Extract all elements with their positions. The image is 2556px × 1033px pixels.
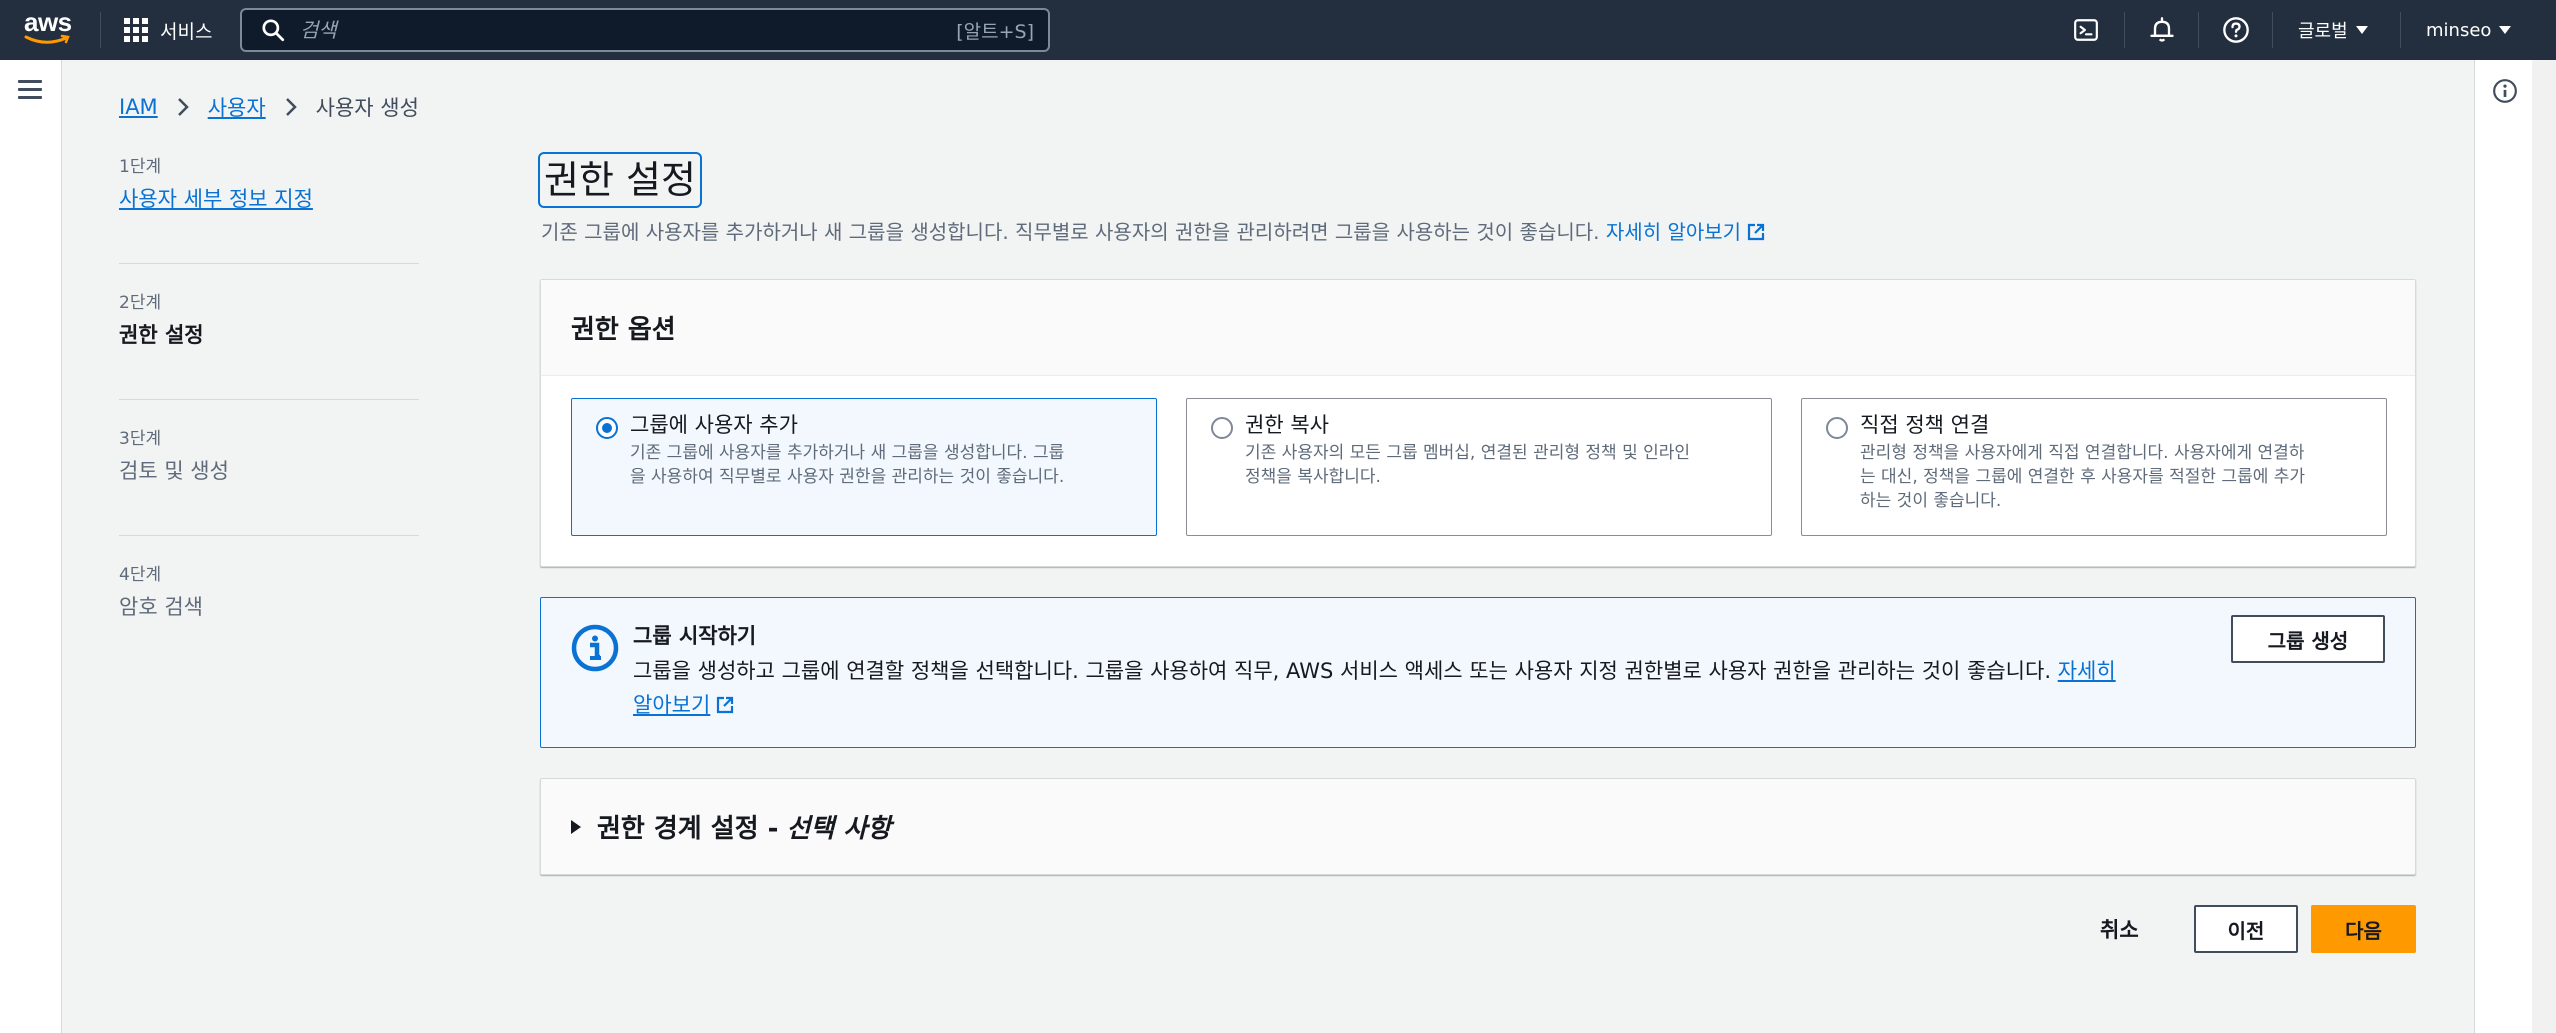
tile-title: 권한 복사 [1245, 413, 1329, 437]
step-2: 2단계 권한 설정 [119, 288, 419, 400]
search-input[interactable] [300, 18, 957, 42]
user-menu[interactable]: minseo [2426, 0, 2512, 60]
permission-options-panel: 권한 옵션 그룹에 사용자 추가 기존 그룹에 사용자를 추가하거나 새 그룹을… [540, 279, 2416, 567]
help-button[interactable] [2220, 14, 2252, 46]
notifications-button[interactable] [2146, 14, 2178, 46]
learn-more-link[interactable]: 자세히 알아보기 [1606, 220, 1765, 244]
page-description: 기존 그룹에 사용자를 추가하거나 새 그룹을 생성합니다. 직무별로 사용자의… [541, 216, 1765, 245]
wizard-steps: 1단계 사용자 세부 정보 지정 2단계 권한 설정 3단계 검토 및 생성 4… [119, 152, 419, 696]
tile-desc-line: 는 대신, 정책을 그룹에 연결한 후 사용자를 적절한 그룹에 추가 [1860, 467, 2306, 487]
step-link-user-details[interactable]: 사용자 세부 정보 지정 [119, 183, 419, 213]
tile-desc-line: 관리형 정책을 사용자에게 직접 연결합니다. 사용자에게 연결하 [1860, 443, 2305, 463]
chevron-right-icon [285, 98, 297, 116]
grid-icon [124, 18, 148, 42]
region-label: 글로벌 [2298, 21, 2348, 42]
permission-boundary-expander[interactable]: 권한 경계 설정 - 선택 사항 [540, 778, 2416, 875]
get-started-groups-alert: 그룹 시작하기 그룹을 생성하고 그룹에 연결할 정책을 선택합니다. 그룹을 … [540, 597, 2416, 748]
region-menu[interactable]: 글로벌 [2298, 0, 2368, 60]
permission-options-header: 권한 옵션 [541, 280, 2415, 376]
radio-button[interactable] [1826, 417, 1848, 439]
nav-divider [100, 12, 101, 48]
page-title: 권한 설정 [538, 152, 702, 208]
tile-add-to-group[interactable]: 그룹에 사용자 추가 기존 그룹에 사용자를 추가하거나 새 그룹을 생성합니다… [571, 398, 1157, 536]
breadcrumb: IAM 사용자 사용자 생성 [119, 92, 419, 122]
permission-option-tiles: 그룹에 사용자 추가 기존 그룹에 사용자를 추가하거나 새 그룹을 생성합니다… [571, 398, 2387, 536]
caret-right-icon [571, 819, 581, 834]
tile-description: 기존 그룹에 사용자를 추가하거나 새 그룹을 생성합니다. 그룹 을 사용하여… [630, 441, 1132, 489]
tile-desc-line: 정책을 복사합니다. [1245, 467, 1381, 487]
step-3: 3단계 검토 및 생성 [119, 424, 419, 536]
search-box[interactable]: [알트+S] [240, 8, 1050, 52]
tile-desc-line: 기존 사용자의 모든 그룹 멤버십, 연결된 관리형 정책 및 인라인 [1245, 443, 1691, 463]
bell-icon [2150, 17, 2174, 42]
cloudshell-button[interactable] [2070, 14, 2102, 46]
tile-desc-line: 하는 것이 좋습니다. [1860, 491, 2002, 511]
tile-title: 그룹에 사용자 추가 [630, 413, 798, 437]
step-number: 2단계 [119, 293, 162, 313]
scrollbar[interactable] [2532, 60, 2556, 1033]
breadcrumb-users[interactable]: 사용자 [208, 92, 266, 122]
tile-description: 기존 사용자의 모든 그룹 멤버십, 연결된 관리형 정책 및 인라인 정책을 … [1245, 441, 1747, 489]
tile-description: 관리형 정책을 사용자에게 직접 연결합니다. 사용자에게 연결하 는 대신, … [1860, 441, 2362, 513]
nav-divider [2400, 12, 2401, 48]
previous-button[interactable]: 이전 [2194, 905, 2298, 953]
external-link-icon [717, 696, 734, 714]
tools-panel-bar [2474, 60, 2532, 1033]
next-button[interactable]: 다음 [2311, 905, 2416, 953]
tile-title: 직접 정책 연결 [1860, 413, 1990, 437]
step-number: 3단계 [119, 429, 162, 449]
menu-icon[interactable] [18, 80, 42, 100]
step-label: 암호 검색 [119, 595, 203, 619]
alert-body: 그룹을 생성하고 그룹에 연결할 정책을 선택합니다. 그룹을 사용하여 직무,… [633, 654, 2173, 722]
step-4: 4단계 암호 검색 [119, 560, 419, 672]
alert-link-text: 알아보기 [633, 693, 711, 717]
page-description-text: 기존 그룹에 사용자를 추가하거나 새 그룹을 생성합니다. 직무별로 사용자의… [541, 220, 1600, 244]
search-icon [262, 19, 285, 42]
caret-down-icon [2499, 26, 2512, 34]
user-label: minseo [2426, 19, 2492, 41]
external-link-icon [1747, 223, 1765, 241]
tile-copy-permissions[interactable]: 권한 복사 기존 사용자의 모든 그룹 멤버십, 연결된 관리형 정책 및 인라… [1186, 398, 1772, 536]
radio-button[interactable] [1211, 417, 1233, 439]
aws-logo-text: aws [24, 7, 72, 37]
nav-divider [2272, 12, 2273, 48]
help-icon [2223, 17, 2249, 43]
learn-more-label: 자세히 알아보기 [1605, 220, 1742, 244]
services-label: 서비스 [160, 20, 213, 43]
alert-body-text: 그룹을 생성하고 그룹에 연결할 정책을 선택합니다. 그룹을 사용하여 직무,… [633, 659, 2051, 683]
step-label-current: 권한 설정 [119, 323, 204, 347]
step-number: 1단계 [119, 157, 162, 177]
nav-divider [2198, 12, 2199, 48]
step-number: 4단계 [119, 565, 162, 585]
services-menu[interactable]: 서비스 [124, 0, 212, 60]
breadcrumb-current: 사용자 생성 [315, 96, 419, 120]
side-navigation-bar [0, 60, 62, 1033]
cloudshell-icon [2074, 19, 2098, 41]
expander-optional-label: 선택 사항 [786, 814, 892, 844]
step-label: 검토 및 생성 [119, 459, 229, 483]
tile-attach-policies[interactable]: 직접 정책 연결 관리형 정책을 사용자에게 직접 연결합니다. 사용자에게 연… [1801, 398, 2387, 536]
info-icon[interactable] [2492, 78, 2518, 104]
cancel-button[interactable]: 취소 [2088, 905, 2151, 953]
step-1: 1단계 사용자 세부 정보 지정 [119, 152, 419, 264]
tile-desc-line: 을 사용하여 직무별로 사용자 권한을 관리하는 것이 좋습니다. [630, 467, 1065, 487]
chevron-right-icon [177, 98, 189, 116]
expander-title: 권한 경계 설정 - [597, 814, 779, 844]
aws-logo[interactable]: aws [24, 8, 76, 48]
search-shortcut: [알트+S] [956, 20, 1034, 43]
create-group-button[interactable]: 그룹 생성 [2231, 615, 2385, 663]
radio-button-checked[interactable] [596, 417, 618, 439]
nav-divider [2124, 12, 2125, 48]
tile-desc-line: 기존 그룹에 사용자를 추가하거나 새 그룹을 생성합니다. 그룹 [630, 443, 1065, 463]
alert-title: 그룹 시작하기 [633, 624, 757, 648]
top-navigation: aws 서비스 [알트+S] [0, 0, 2556, 60]
breadcrumb-iam[interactable]: IAM [119, 95, 158, 119]
alert-link-text: 자세히 [2057, 659, 2116, 683]
caret-down-icon [2355, 26, 2368, 34]
info-icon [571, 624, 619, 672]
